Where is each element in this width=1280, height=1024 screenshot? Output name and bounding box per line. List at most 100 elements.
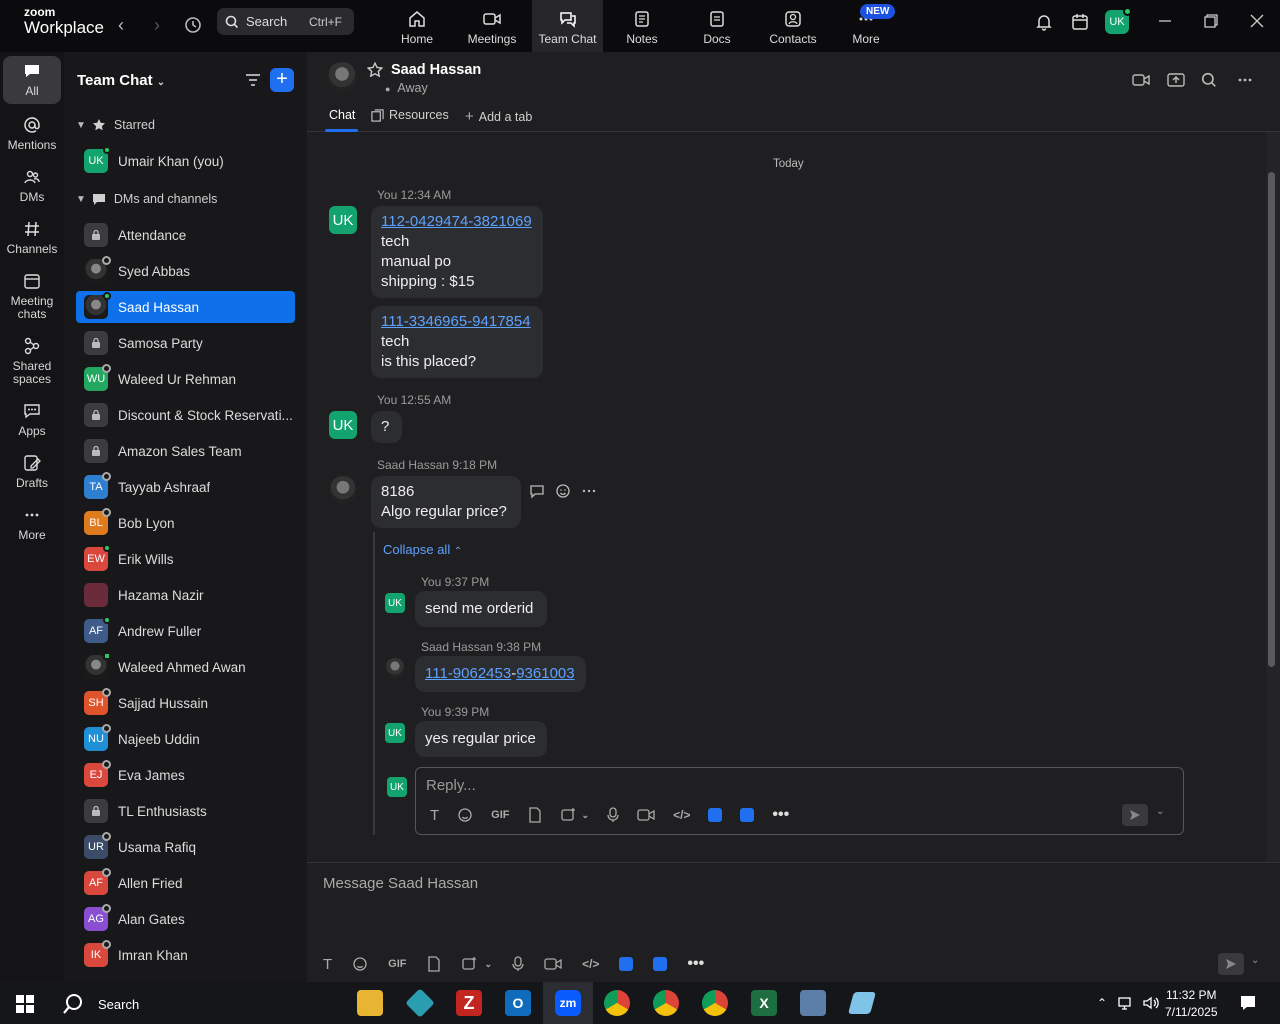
chevron-down-icon[interactable]: ⌄ <box>582 810 590 821</box>
tab-team-chat[interactable]: Team Chat <box>532 0 603 52</box>
my-avatar[interactable]: UK <box>329 206 357 234</box>
message-bubble[interactable]: ? <box>371 411 402 443</box>
my-avatar[interactable]: UK <box>385 723 405 743</box>
more-options-icon[interactable] <box>1237 72 1253 88</box>
chevron-down-icon[interactable]: ⌄ <box>485 959 493 970</box>
sidebar-item[interactable]: TA Tayyab Ashraaf <box>76 471 295 503</box>
forward-arrow-icon[interactable]: › <box>144 12 170 38</box>
sidebar-item[interactable]: WU Waleed Ur Rehman <box>76 363 295 395</box>
gif-icon[interactable]: GIF <box>491 809 509 821</box>
app-shortcut-icon[interactable] <box>619 957 634 971</box>
reply-thread-icon[interactable] <box>529 483 545 499</box>
code-icon[interactable]: </> <box>673 808 690 822</box>
minimize-icon[interactable] <box>1158 14 1172 28</box>
file-icon[interactable] <box>427 956 441 972</box>
notification-center-icon[interactable] <box>1239 994 1257 1012</box>
reply-bubble[interactable]: 111-9062453-9361003 <box>415 656 586 692</box>
bell-icon[interactable] <box>1035 13 1053 31</box>
taskbar-search[interactable]: Search <box>62 993 139 1015</box>
chrome-icon[interactable] <box>604 990 630 1016</box>
rail-item-shared-spaces[interactable]: Shared spaces <box>0 337 64 386</box>
video-message-icon[interactable] <box>637 808 655 822</box>
chrome-icon[interactable] <box>653 990 679 1016</box>
calculator-icon[interactable] <box>800 990 826 1016</box>
contact-avatar[interactable] <box>327 62 357 92</box>
emoji-icon[interactable] <box>457 807 473 823</box>
screenshot-icon[interactable]: ⌄ <box>461 956 493 972</box>
sidebar-item[interactable]: Saad Hassan <box>76 291 295 323</box>
tab-notes[interactable]: Notes <box>618 0 666 52</box>
network-icon[interactable] <box>1118 995 1136 1011</box>
sidebar-item[interactable]: AF Allen Fried <box>76 867 295 899</box>
sidebar-item[interactable]: IK Imran Khan <box>76 939 295 971</box>
contact-avatar[interactable] <box>385 658 405 678</box>
order-link[interactable]: 9361003 <box>516 665 574 682</box>
text-format-icon[interactable]: T <box>323 956 332 973</box>
my-avatar[interactable]: UK <box>329 411 357 439</box>
sidebar-item[interactable]: AG Alan Gates <box>76 903 295 935</box>
message-composer[interactable]: Message Saad Hassan T GIF ⌄ </> ••• ⌄ <box>307 862 1280 982</box>
send-button[interactable] <box>1218 953 1244 975</box>
my-avatar[interactable]: UK <box>385 593 405 613</box>
scrollbar-thumb[interactable] <box>1268 172 1275 667</box>
message-bubble[interactable]: 111-3346965-9417854 tech is this placed? <box>371 306 543 378</box>
microphone-icon[interactable] <box>607 807 619 823</box>
zoom-app-icon[interactable]: zm <box>555 990 581 1016</box>
more-tools-icon[interactable]: ••• <box>772 806 789 824</box>
rail-item-apps[interactable]: Apps <box>0 402 64 438</box>
sidebar-item[interactable]: Discount & Stock Reservati... <box>76 399 295 431</box>
message-bubble[interactable]: 8186 Algo regular price? <box>371 476 521 528</box>
history-icon[interactable] <box>180 12 206 38</box>
contact-avatar[interactable] <box>329 476 357 504</box>
starred-section[interactable]: ▼ Starred <box>76 118 155 132</box>
emoji-react-icon[interactable] <box>555 483 571 499</box>
chrome-icon[interactable] <box>702 990 728 1016</box>
microphone-icon[interactable] <box>512 956 524 972</box>
sidebar-item[interactable]: BL Bob Lyon <box>76 507 295 539</box>
restore-icon[interactable] <box>1204 14 1218 28</box>
user-avatar[interactable]: UK <box>1105 7 1132 34</box>
calendar-icon[interactable] <box>1071 13 1089 31</box>
outlook-icon[interactable]: O <box>505 990 531 1016</box>
tab-resources[interactable]: Resources <box>371 108 449 122</box>
star-outline-icon[interactable] <box>367 62 383 78</box>
sidebar-item[interactable]: Syed Abbas <box>76 255 295 287</box>
reply-bubble[interactable]: yes regular price <box>415 721 547 757</box>
app-diamond-icon[interactable] <box>405 988 435 1018</box>
search-icon[interactable] <box>1201 72 1217 88</box>
chevron-down-icon[interactable]: ⌄ <box>1251 955 1259 966</box>
code-icon[interactable]: </> <box>582 957 599 971</box>
message-bubble[interactable]: 112-0429474-3821069 tech manual po shipp… <box>371 206 543 298</box>
rail-item-drafts[interactable]: Drafts <box>0 454 64 490</box>
filezilla-icon[interactable]: Z <box>456 990 482 1016</box>
sidebar-item[interactable]: Amazon Sales Team <box>76 435 295 467</box>
reply-bubble[interactable]: send me orderid <box>415 591 547 627</box>
dms-channels-section[interactable]: ▼ DMs and channels <box>76 192 217 206</box>
rail-item-all[interactable]: All <box>3 56 61 105</box>
search-box[interactable]: Search Ctrl+F <box>217 8 354 35</box>
app-shortcut-icon[interactable] <box>740 808 755 822</box>
tab-add[interactable]: + Add a tab <box>465 108 532 125</box>
excel-icon[interactable]: X <box>751 990 777 1016</box>
order-link[interactable]: 111-9062453 <box>425 665 511 682</box>
sidebar-item[interactable]: SH Sajjad Hussain <box>76 687 295 719</box>
sidebar-item[interactable]: EJ Eva James <box>76 759 295 791</box>
rail-item-meeting-chats[interactable]: Meeting chats <box>0 272 64 321</box>
sidebar-item[interactable]: AF Andrew Fuller <box>76 615 295 647</box>
sidebar-item[interactable]: TL Enthusiasts <box>76 795 295 827</box>
thread-reply-box[interactable]: Reply... T GIF ⌄ </> ••• ⌄ <box>415 767 1184 835</box>
tab-chat[interactable]: Chat <box>329 108 355 122</box>
emoji-icon[interactable] <box>352 956 368 972</box>
sidebar-item[interactable]: Samosa Party <box>76 327 295 359</box>
video-message-icon[interactable] <box>544 957 562 971</box>
system-clock[interactable]: 11:32 PM 7/11/2025 <box>1165 987 1218 1021</box>
video-call-icon[interactable] <box>1132 72 1150 88</box>
chevron-down-icon[interactable]: ⌄ <box>1156 806 1164 817</box>
order-link[interactable]: 111-3346965-9417854 <box>381 312 533 332</box>
sidebar-item[interactable]: EW Erik Wills <box>76 543 295 575</box>
gif-icon[interactable]: GIF <box>388 958 406 970</box>
send-button[interactable] <box>1122 804 1148 826</box>
order-link[interactable]: 112-0429474-3821069 <box>381 212 533 232</box>
tab-docs[interactable]: Docs <box>695 0 739 52</box>
tab-contacts[interactable]: Contacts <box>764 0 822 52</box>
